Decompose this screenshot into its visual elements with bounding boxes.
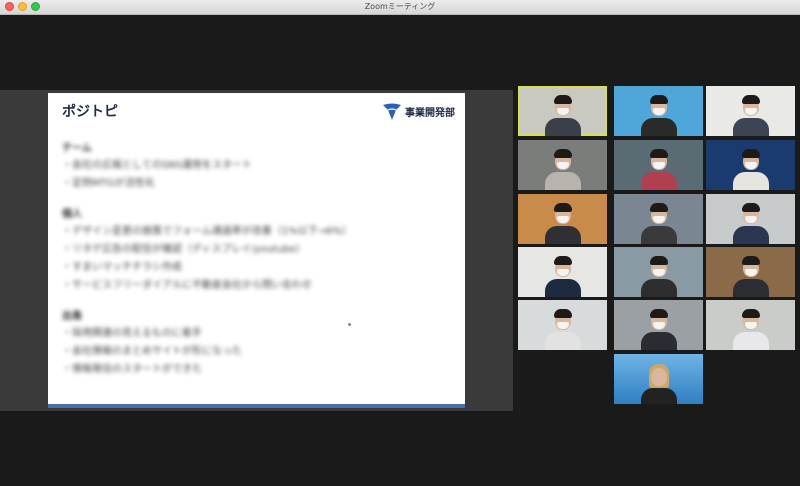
slide-bullet: ・デザイン変更の施策でフォーム通過率が改善（1%以下→6%） bbox=[62, 226, 352, 237]
participant-video-tile[interactable] bbox=[614, 194, 703, 244]
participant-hair bbox=[554, 149, 572, 158]
participant-body bbox=[641, 279, 677, 297]
slide-bullet: ・サービスフリーダイアルに不動産会社から問い合わせ bbox=[62, 280, 312, 291]
participant-hair bbox=[554, 309, 572, 318]
participant-body bbox=[545, 118, 581, 136]
shared-screen[interactable]: ポジトピ 事業開発部 テーム ・会社の広報としてのSNS運用をスタート ・定例M… bbox=[0, 90, 513, 411]
participant-video-tile[interactable] bbox=[518, 247, 607, 297]
participant-video-tile[interactable] bbox=[706, 86, 795, 136]
slide-bullet: ・会社の広報としてのSNS運用をスタート bbox=[62, 160, 252, 171]
participant-video-tile[interactable] bbox=[706, 194, 795, 244]
company-logo-text: 事業開発部 bbox=[405, 107, 455, 119]
window-titlebar: Zoomミーティング bbox=[0, 0, 800, 15]
participant-video-tile[interactable] bbox=[614, 300, 703, 350]
participant-hair bbox=[650, 309, 668, 318]
participant-body bbox=[733, 226, 769, 244]
participant-video-tile[interactable] bbox=[706, 300, 795, 350]
slide-bullet: ・すまいマッチチラシ作成 bbox=[62, 262, 182, 273]
participant-body bbox=[641, 118, 677, 136]
participant-hair bbox=[742, 149, 760, 158]
participant-video-tile[interactable] bbox=[518, 194, 607, 244]
slide-title: ポジトピ bbox=[62, 104, 118, 120]
participant-hair bbox=[742, 95, 760, 104]
participant-hair bbox=[742, 203, 760, 212]
participant-video-tile[interactable] bbox=[614, 140, 703, 190]
slide-bullet: ・定例MTGが活性化 bbox=[62, 178, 155, 189]
participant-body bbox=[733, 279, 769, 297]
participant-hair bbox=[554, 203, 572, 212]
participant-body bbox=[641, 226, 677, 244]
participant-body bbox=[545, 332, 581, 350]
participant-body bbox=[641, 388, 677, 404]
participant-hair bbox=[650, 95, 668, 104]
participant-body bbox=[733, 118, 769, 136]
window-title: Zoomミーティング bbox=[364, 2, 436, 11]
participant-video-tile[interactable] bbox=[614, 86, 703, 136]
participant-body bbox=[733, 172, 769, 190]
participant-body bbox=[641, 332, 677, 350]
slide-section: テーム ・会社の広報としてのSNS運用をスタート ・定例MTGが活性化 bbox=[62, 141, 442, 193]
participant-video-tile[interactable] bbox=[518, 140, 607, 190]
slide-section-heading: 個人 bbox=[62, 209, 82, 220]
participant-video-tile[interactable] bbox=[518, 86, 607, 136]
participant-hair bbox=[650, 256, 668, 265]
participant-hair bbox=[554, 256, 572, 265]
slide-cursor-dot bbox=[348, 323, 351, 326]
slide-body: テーム ・会社の広報としてのSNS運用をスタート ・定例MTGが活性化 個人 ・… bbox=[62, 141, 442, 393]
slide-bullet: ・会社情報のまとめサイトが形になった bbox=[62, 346, 242, 357]
participant-body bbox=[545, 226, 581, 244]
participant-video-tile[interactable] bbox=[518, 300, 607, 350]
participant-video-tile[interactable] bbox=[706, 140, 795, 190]
participant-body bbox=[545, 279, 581, 297]
participant-body bbox=[733, 332, 769, 350]
participant-hair bbox=[742, 256, 760, 265]
participant-video-tile[interactable] bbox=[706, 247, 795, 297]
slide-section-heading: 出島 bbox=[62, 311, 82, 322]
company-logo: 事業開発部 bbox=[382, 101, 455, 121]
slide-section: 出島 ・採用関連の見えるものに着手 ・会社情報のまとめサイトが形になった ・情報… bbox=[62, 309, 442, 379]
participant-video-tile[interactable] bbox=[614, 354, 703, 404]
slide-accent-bar bbox=[48, 404, 465, 408]
shared-slide: ポジトピ 事業開発部 テーム ・会社の広報としてのSNS運用をスタート ・定例M… bbox=[48, 93, 465, 408]
slide-section-heading: テーム bbox=[62, 143, 92, 154]
participant-hair bbox=[650, 149, 668, 158]
company-logo-icon bbox=[383, 103, 401, 120]
slide-bullet: ・リタゲ広告の配信が確認（ディスプレイ/youtube） bbox=[62, 244, 306, 255]
slide-section: 個人 ・デザイン変更の施策でフォーム通過率が改善（1%以下→6%） ・リタゲ広告… bbox=[62, 207, 442, 295]
participant-hair bbox=[554, 95, 572, 104]
participant-video-tile[interactable] bbox=[614, 247, 703, 297]
participant-hair bbox=[742, 309, 760, 318]
participant-gallery bbox=[518, 86, 800, 406]
participant-hair bbox=[650, 203, 668, 212]
participant-body bbox=[545, 172, 581, 190]
slide-bullet: ・情報発信のスタートができた bbox=[62, 364, 202, 375]
participant-body bbox=[641, 172, 677, 190]
slide-bullet: ・採用関連の見えるものに着手 bbox=[62, 328, 202, 339]
participant-head bbox=[651, 368, 667, 386]
